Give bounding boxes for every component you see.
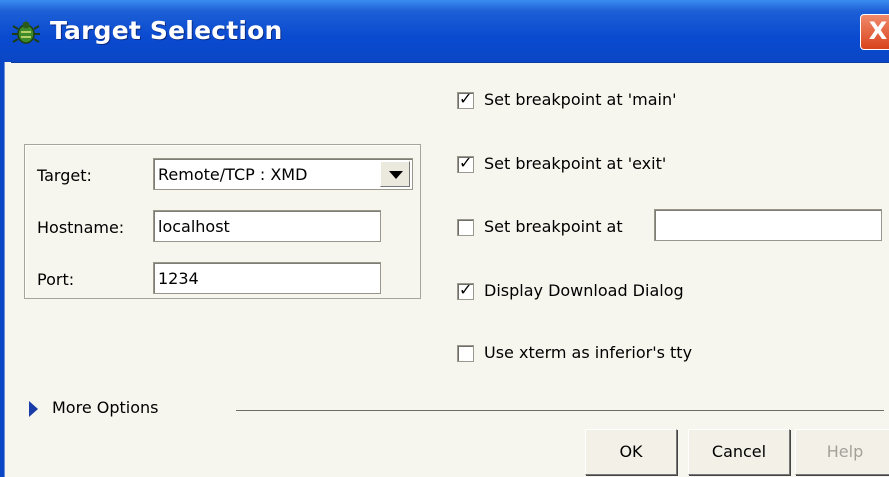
xterm-tty-label: Use xterm as inferior's tty [484,343,693,362]
target-label: Target: [37,166,92,185]
break-custom-label: Set breakpoint at [484,217,623,236]
port-label: Port: [37,270,75,289]
break-main-checkbox[interactable] [457,89,474,109]
connection-group: Target: Remote/TCP : XMD Hostname: local… [24,144,421,299]
expand-arrow-icon[interactable] [29,401,38,417]
cancel-button[interactable]: Cancel [688,429,790,475]
target-combo[interactable]: Remote/TCP : XMD [153,158,413,190]
window-frame-inner [4,62,11,477]
hostname-value: localhost [158,217,230,236]
hostname-label: Hostname: [37,218,125,237]
close-button[interactable]: X [860,14,889,50]
download-dialog-checkbox[interactable] [457,280,474,300]
download-dialog-label: Display Download Dialog [484,281,684,300]
ok-button[interactable]: OK [585,429,677,475]
break-main-label: Set breakpoint at 'main' [484,90,677,109]
hostname-input[interactable]: localhost [153,210,381,242]
target-value: Remote/TCP : XMD [158,165,308,184]
break-exit-label: Set breakpoint at 'exit' [484,154,667,173]
xterm-tty-checkbox[interactable] [457,345,474,362]
title-bar[interactable]: Target Selection X [0,0,889,63]
port-input[interactable]: 1234 [153,262,381,294]
port-value: 1234 [158,269,199,288]
close-icon: X [868,17,888,45]
chevron-down-icon[interactable] [380,161,410,187]
break-exit-checkbox[interactable] [457,153,474,173]
bug-icon [12,21,40,44]
window-title: Target Selection [50,16,283,45]
more-options-toggle[interactable]: More Options [52,398,158,417]
help-button[interactable]: Help [795,429,889,475]
break-location-input[interactable] [654,209,882,241]
separator-line [236,410,884,411]
break-custom-checkbox[interactable] [457,219,474,236]
